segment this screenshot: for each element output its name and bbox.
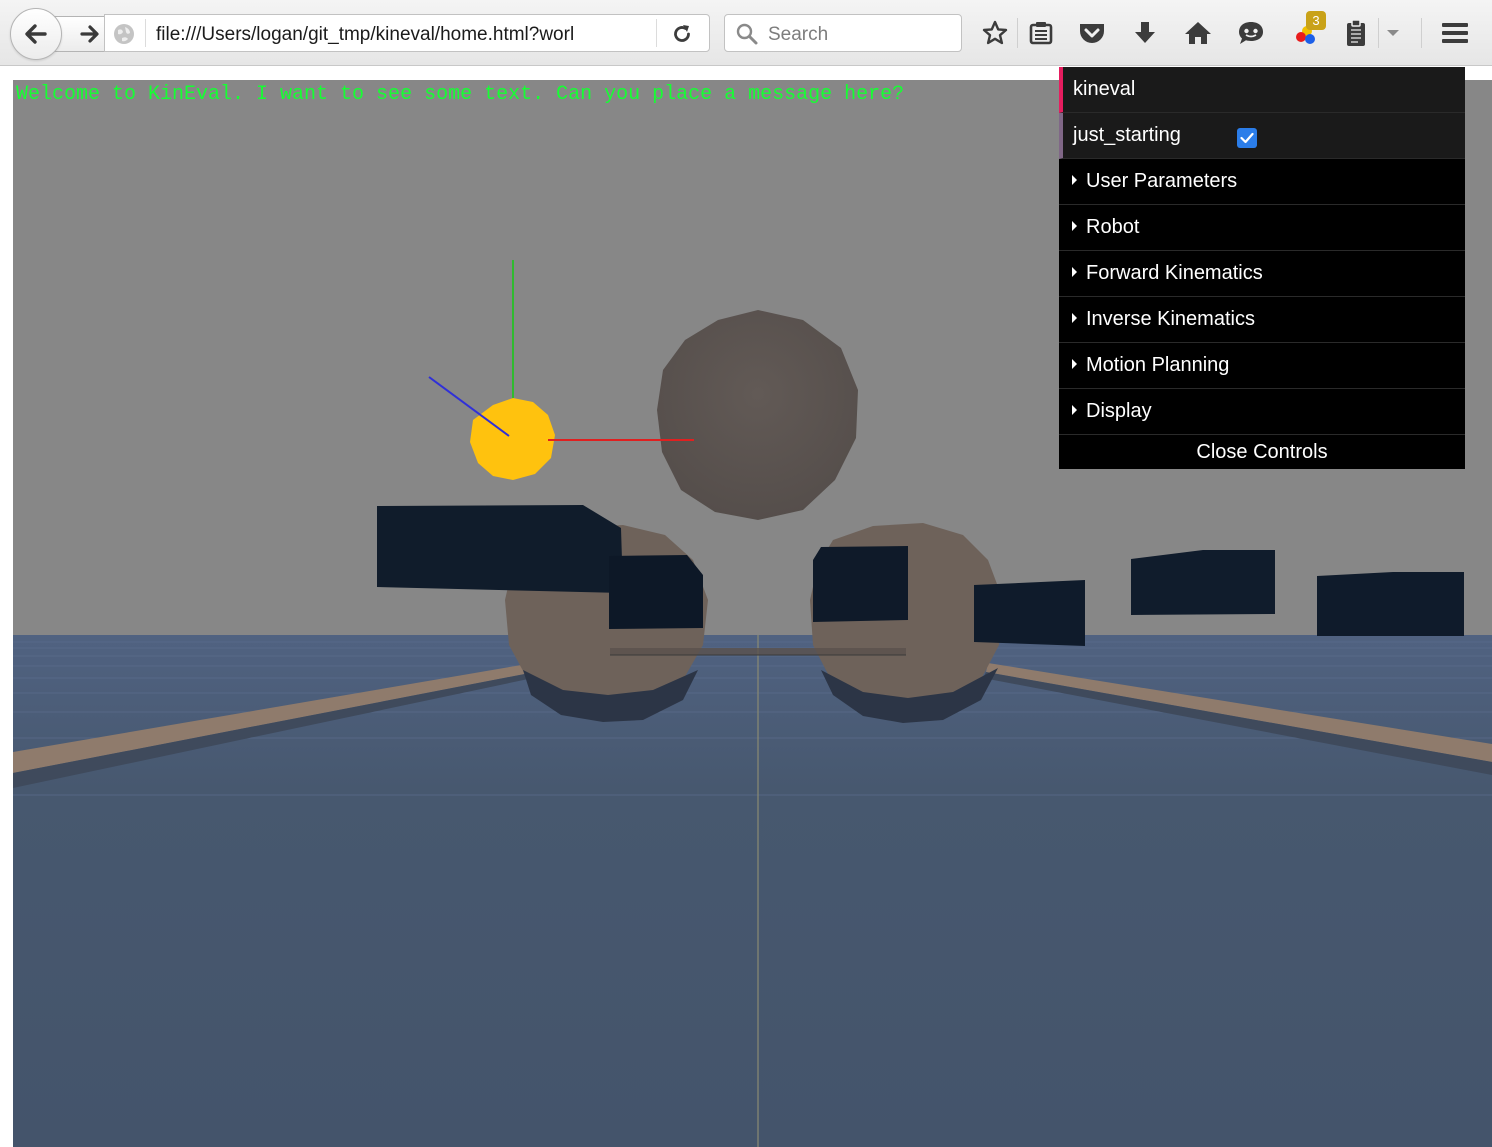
home-icon [1185, 22, 1211, 44]
folder-motion-planning[interactable]: Motion Planning [1059, 343, 1465, 389]
chat-icon [1239, 22, 1263, 44]
folder-forward-kinematics[interactable]: Forward Kinematics [1059, 251, 1465, 297]
control-panel: kineval just_starting User Parameters Ro… [1059, 67, 1465, 469]
toolbar-divider [1017, 18, 1018, 48]
folder-label: Motion Planning [1086, 354, 1230, 376]
extension-badge: 3 [1306, 11, 1326, 30]
right-far-box [1317, 572, 1464, 636]
toolbar-divider [1421, 18, 1422, 48]
reload-icon [674, 25, 690, 42]
clipboard-button[interactable] [1339, 14, 1373, 52]
reading-list-button[interactable] [1024, 14, 1058, 52]
reading-list-icon [1029, 22, 1053, 45]
just-starting-label: just_starting [1073, 124, 1181, 146]
pocket-icon [1080, 24, 1104, 43]
close-controls-button[interactable]: Close Controls [1059, 435, 1465, 469]
caret-right-icon [1072, 267, 1077, 277]
caret-right-icon [1072, 221, 1077, 231]
controls-title[interactable]: kineval [1059, 67, 1465, 113]
star-icon [982, 20, 1008, 45]
main-menu-button[interactable] [1438, 14, 1472, 52]
search-bar[interactable]: Search [724, 14, 962, 52]
forward-arrow-icon [80, 25, 99, 43]
search-placeholder: Search [768, 24, 829, 45]
folder-inverse-kinematics[interactable]: Inverse Kinematics [1059, 297, 1465, 343]
center-box [813, 546, 908, 622]
axle-bar [610, 648, 906, 655]
pocket-button[interactable] [1075, 14, 1109, 52]
clipboard-icon [1347, 19, 1365, 46]
caret-right-icon [1072, 175, 1077, 185]
chat-button[interactable] [1234, 14, 1268, 52]
browser-toolbar: file:///Users/logan/git_tmp/kineval/home… [0, 0, 1492, 66]
url-divider [145, 19, 146, 47]
globe-icon [114, 24, 134, 44]
folder-label: Robot [1086, 216, 1140, 238]
folder-robot[interactable]: Robot [1059, 205, 1465, 251]
search-icon [736, 23, 758, 45]
nav-buttons [10, 8, 114, 60]
hamburger-menu-icon [1442, 23, 1468, 43]
checkmark-icon [1240, 132, 1254, 144]
folder-label: Inverse Kinematics [1086, 308, 1255, 330]
home-button[interactable] [1181, 14, 1215, 52]
download-icon [1135, 22, 1155, 43]
right-small-box [974, 580, 1085, 646]
folder-label: Display [1086, 400, 1152, 422]
extension-menu-button[interactable] [1382, 14, 1404, 52]
caret-right-icon [1072, 359, 1077, 369]
just-starting-checkbox[interactable] [1237, 128, 1257, 148]
downloads-button[interactable] [1128, 14, 1162, 52]
chevron-down-icon [1387, 30, 1399, 36]
left-small-box [609, 555, 703, 629]
left-long-box [377, 505, 623, 593]
caret-right-icon [1072, 313, 1077, 323]
url-bar[interactable]: file:///Users/logan/git_tmp/kineval/home… [104, 14, 710, 52]
reload-button[interactable] [667, 21, 697, 47]
back-button[interactable] [10, 8, 62, 60]
controls-title-label: kineval [1073, 78, 1136, 100]
caret-right-icon [1072, 405, 1077, 415]
folder-label: User Parameters [1086, 170, 1238, 192]
toolbar-divider [1378, 18, 1379, 48]
url-divider [656, 19, 657, 47]
kineval-message: Welcome to KinEval. I want to see some t… [16, 83, 905, 106]
folder-user-parameters[interactable]: User Parameters [1059, 159, 1465, 205]
right-mid-box [1131, 550, 1275, 615]
url-text[interactable]: file:///Users/logan/git_tmp/kineval/home… [156, 24, 646, 46]
back-arrow-icon [25, 24, 47, 44]
just-starting-row[interactable]: just_starting [1059, 113, 1465, 159]
folder-label: Forward Kinematics [1086, 262, 1263, 284]
bookmark-star-button[interactable] [978, 14, 1012, 52]
folder-display[interactable]: Display [1059, 389, 1465, 435]
